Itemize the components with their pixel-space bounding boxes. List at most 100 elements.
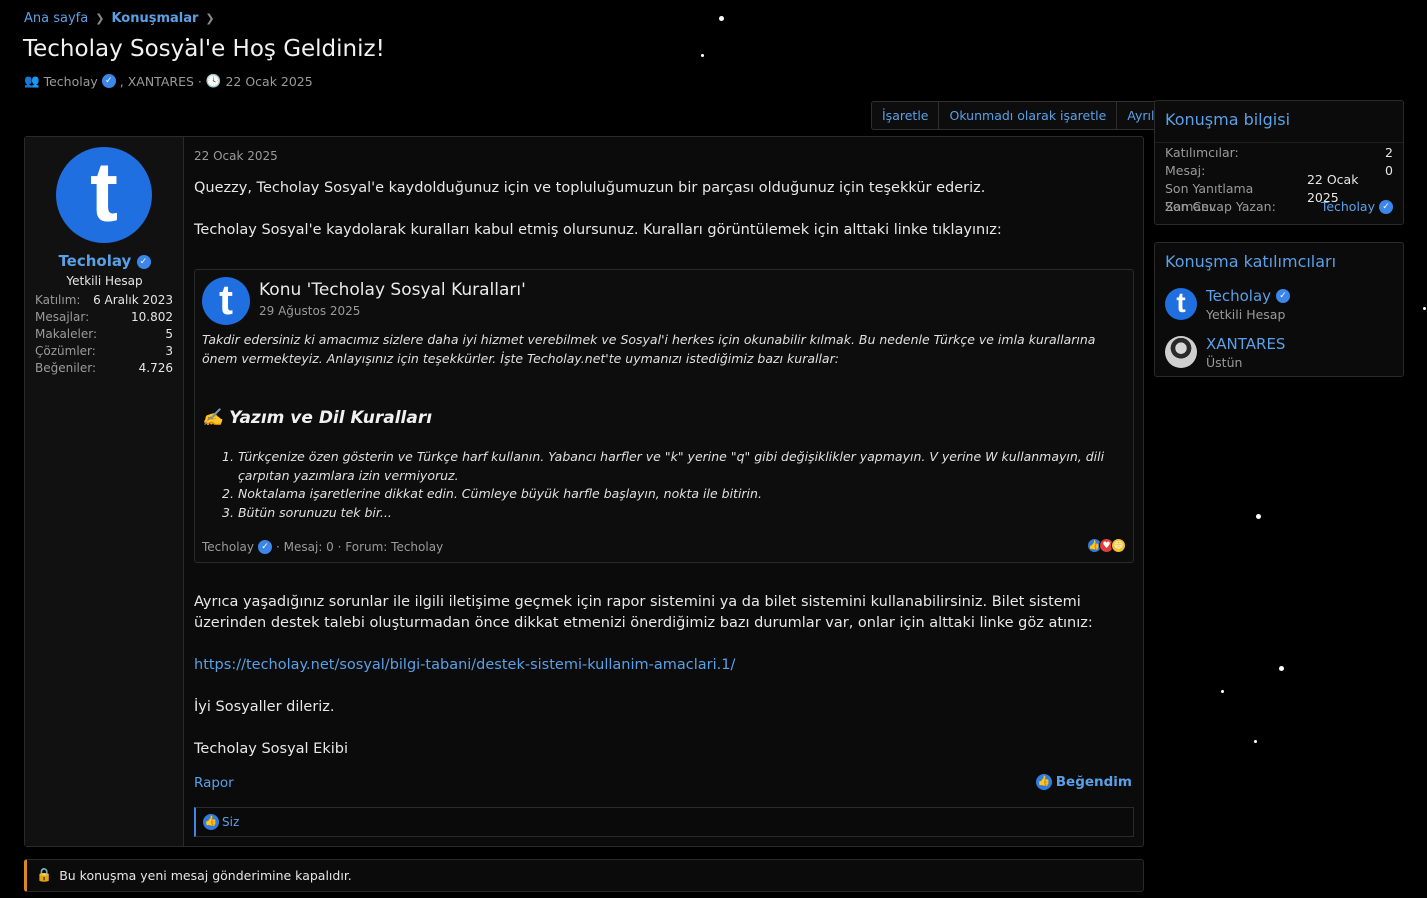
conversation-participants-box: Konuşma katılımcıları t Techolay ✓ Yetkil… (1154, 242, 1404, 377)
info-value: 22 Ocak 2025 (1306, 172, 1359, 205)
stat-row: Beğeniler: 4.726 (35, 360, 173, 377)
lock-icon: 🔒 (36, 868, 53, 883)
verified-badge-icon: ✓ (101, 74, 116, 88)
quote-footer-user[interactable]: Techolay (202, 540, 254, 554)
stat-key: Beğeniler: (35, 361, 97, 375)
stat-row: Katılım: 6 Aralık 2023 (35, 292, 173, 309)
quote-heading-text: Yazım ve Dil Kuralları (229, 408, 433, 428)
participant-item: t Techolay ✓ Yetkili Hesap (1155, 280, 1403, 328)
participants-icon: 👥 (24, 73, 40, 88)
post-paragraph: Ayrıca yaşadığınız sorunlar ile ilgili i… (194, 594, 1093, 631)
post-date[interactable]: 22 Ocak 2025 (194, 149, 278, 163)
info-box-title: Konuşma bilgisi (1155, 101, 1403, 143)
post-username-text[interactable]: Techolay (58, 252, 131, 270)
post-username[interactable]: Techolay ✓ (25, 252, 184, 270)
stat-value: 6 Aralık 2023 (93, 293, 173, 307)
last-replier-link[interactable]: Techolay ✓ (1321, 198, 1393, 216)
clock-icon: 🕓 (205, 73, 222, 88)
user-avatar[interactable]: t (56, 147, 152, 243)
embedded-thread-quote[interactable]: t Konu 'Techolay Sosyal Kuralları' 29 Ağ… (194, 269, 1134, 563)
quote-avatar[interactable]: t (202, 277, 250, 325)
message-post: t Techolay ✓ Yetkili Hesap Katılım: 6 Ara… (24, 136, 1144, 847)
stat-value: 5 (165, 327, 173, 341)
thread-action-bar: İşaretle Okunmadı olarak işaretle Ayrıl (871, 101, 1166, 130)
participant-name[interactable]: XANTARES (1206, 335, 1285, 353)
info-key: Son Yanıtlama Zamanı: (1165, 181, 1254, 214)
writing-hand-icon: ✍️ (202, 408, 224, 428)
list-number: 2. (222, 486, 234, 501)
locked-notice-text: Bu konuşma yeni mesaj gönderimine kapalı… (59, 868, 352, 883)
info-row: Son Yanıtlama Zamanı: 22 Ocak 2025 (1155, 172, 1403, 214)
locked-notice: 🔒 Bu konuşma yeni mesaj gönderimine kapa… (24, 859, 1144, 892)
post-paragraph: Quezzy, Techolay Sosyal'e kaydolduğunuz … (194, 180, 986, 196)
quote-title[interactable]: Konu 'Techolay Sosyal Kuralları' (259, 280, 526, 300)
quote-reactions[interactable]: 👍 ♥ 😄 (1087, 538, 1126, 553)
like-button[interactable]: 👍 Beğendim (1035, 774, 1132, 790)
info-row: Son Cevap Yazan: Techolay ✓ (1155, 198, 1403, 216)
thumbs-up-icon: 👍 (1035, 774, 1052, 790)
list-text: Bütün sorunuzu tek bir... (237, 504, 392, 520)
stat-value: 10.802 (131, 310, 173, 324)
post-user-panel: t Techolay ✓ Yetkili Hesap Katılım: 6 Ara… (25, 137, 184, 846)
thread-starter-link[interactable]: Techolay (44, 74, 98, 89)
participant-role: Üstün (1206, 354, 1243, 370)
mark-button[interactable]: İşaretle (872, 102, 940, 129)
reaction-list-bar[interactable]: 👍 Siz (194, 807, 1134, 837)
stat-key: Mesajlar: (35, 310, 90, 324)
post-body: 22 Ocak 2025 Quezzy, Techolay Sosyal'e k… (194, 137, 1134, 846)
reactors-text[interactable]: Siz (222, 815, 239, 829)
info-key: Mesaj: (1165, 163, 1206, 178)
participant-name[interactable]: Techolay ✓ (1206, 287, 1291, 305)
list-item: 2. Noktalama işaretlerine dikkat edin. Cü… (222, 485, 1127, 504)
star-dot (1423, 307, 1426, 310)
list-item: 3. Bütün sorunuzu tek bir... (222, 504, 1127, 523)
stat-key: Katılım: (35, 293, 81, 307)
participant-role: Yetkili Hesap (1206, 306, 1286, 322)
stat-row: Makaleler: 5 (35, 326, 173, 343)
stat-row: Mesajlar: 10.802 (35, 309, 173, 326)
quote-date: 29 Ağustos 2025 (259, 304, 361, 318)
post-paragraph: İyi Sosyaller dileriz. (194, 699, 335, 715)
star-dot (1279, 666, 1284, 671)
breadcrumb-home-link[interactable]: Ana sayfa (24, 11, 88, 26)
participant-name-text[interactable]: Techolay (1206, 287, 1271, 305)
last-replier-name[interactable]: Techolay (1321, 198, 1375, 216)
post-paragraph: Techolay Sosyal'e kaydolarak kuralları k… (194, 222, 1002, 238)
support-system-link[interactable]: https://techolay.net/sosyal/bilgi-tabani… (194, 655, 1134, 676)
haha-reaction-icon: 😄 (1111, 538, 1126, 553)
info-key: Katılımcılar: (1165, 145, 1239, 160)
user-title: Yetkili Hesap (66, 274, 143, 288)
participants-box-title: Konuşma katılımcıları (1165, 252, 1337, 271)
star-dot (1254, 740, 1257, 743)
participant-avatar[interactable]: t (1165, 288, 1197, 320)
thread-date: 22 Ocak 2025 (225, 73, 313, 89)
list-item: 1. Türkçenize özen gösterin ve Türkçe har… (222, 448, 1127, 485)
info-row: Katılımcılar: 2 (1155, 144, 1403, 162)
stat-key: Çözümler: (35, 344, 96, 358)
star-dot (1221, 690, 1224, 693)
list-text: Türkçenize özen gösterin ve Türkçe harf … (237, 449, 1105, 483)
verified-badge-icon: ✓ (258, 540, 273, 554)
report-link[interactable]: Rapor (194, 775, 234, 791)
list-number: 1. (222, 449, 234, 464)
chevron-right-icon: ❯ (95, 12, 105, 25)
thread-participant-2: , XANTARES · (119, 73, 202, 89)
post-signature: Techolay Sosyal Ekibi (194, 741, 349, 757)
stat-value: 3 (165, 344, 173, 358)
conversation-info-box: Konuşma bilgisi Katılımcılar: 2 Mesaj: 0 S… (1154, 100, 1404, 225)
star-dot (719, 16, 724, 21)
breadcrumb-section-link[interactable]: Konuşmalar (111, 11, 198, 26)
page-title: Techolay Sosyal'e Hoş Geldiniz! (23, 36, 385, 62)
participant-avatar-photo[interactable] (1165, 336, 1197, 368)
star-dot (1256, 514, 1261, 519)
quote-intro: Takdir edersiniz ki amacımız sizlere dah… (202, 332, 1096, 366)
stat-key: Makaleler: (35, 327, 97, 341)
quote-footer-meta: · Mesaj: 0 · Forum: Techolay (276, 540, 444, 554)
verified-badge-icon: ✓ (1276, 288, 1291, 303)
quote-rules-list: 1. Türkçenize özen gösterin ve Türkçe har… (222, 448, 1127, 522)
info-value: 2 (1385, 145, 1393, 160)
like-button-label: Beğendim (1055, 774, 1132, 790)
list-number: 3. (222, 504, 234, 520)
mark-unread-button[interactable]: Okunmadı olarak işaretle (939, 102, 1118, 129)
list-text: Noktalama işaretlerine dikkat edin. Cüml… (237, 486, 762, 501)
